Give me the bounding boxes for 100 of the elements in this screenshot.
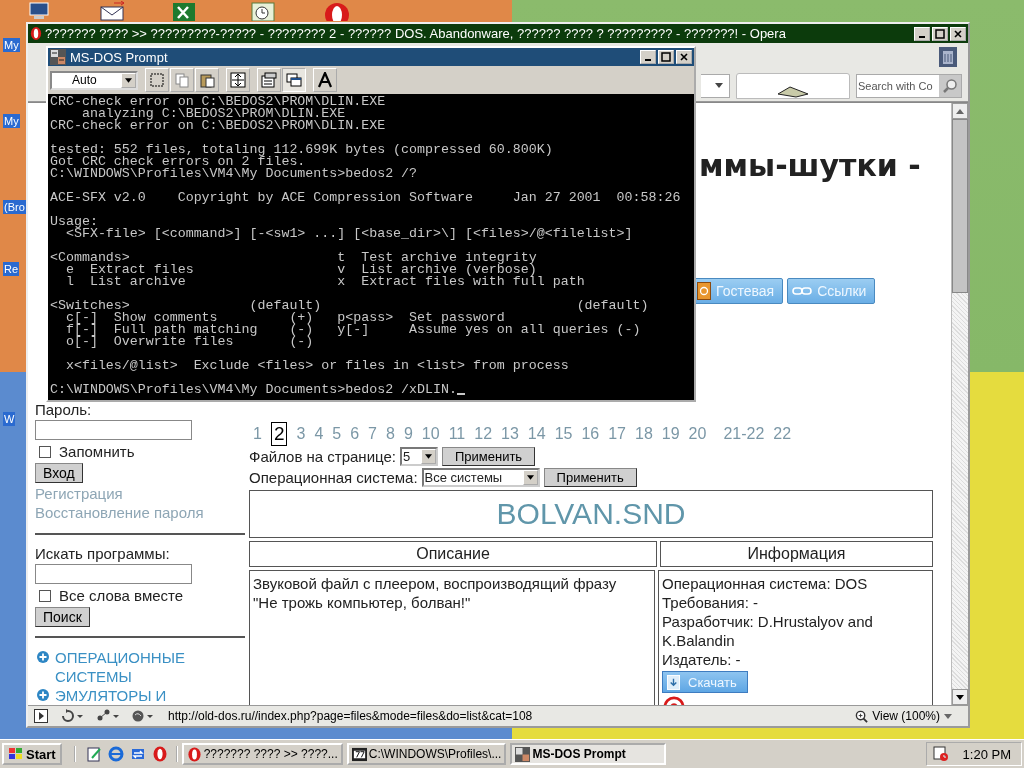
console-line: e Extract files v List archive (verbose) xyxy=(64,264,537,276)
page-link[interactable]: 2 xyxy=(270,422,288,446)
fullscreen-button[interactable] xyxy=(226,68,250,92)
properties-button[interactable] xyxy=(257,68,281,92)
password-field[interactable] xyxy=(35,420,192,440)
scroll-up-icon xyxy=(956,108,964,114)
computer-icon[interactable] xyxy=(28,1,50,21)
page-link[interactable]: 18 xyxy=(635,425,653,443)
spreadsheet-icon[interactable] xyxy=(172,1,196,21)
minimize-icon xyxy=(919,35,925,38)
console-line: ACE-SFX v2.0 Copyright by ACE Compression Software Jan 27 2001 00:58:26 xyxy=(50,192,681,204)
filter-label: Файлов на странице: xyxy=(249,448,396,465)
page-link[interactable]: 16 xyxy=(581,425,600,443)
web-browser-icon[interactable] xyxy=(107,746,124,762)
desktop-icon-label[interactable]: My xyxy=(3,114,20,128)
page-link[interactable]: 17 xyxy=(608,425,626,443)
checkbox-label: Все слова вместе xyxy=(59,587,184,604)
program-search-field[interactable] xyxy=(35,564,192,584)
close-button[interactable] xyxy=(950,26,966,41)
desktop-icon-label[interactable]: Re xyxy=(3,262,20,276)
page-link[interactable]: 4 xyxy=(314,425,324,443)
page-link[interactable]: 19 xyxy=(661,425,680,443)
info-line: Разработчик: D.Hrustalyov and K.Balandin xyxy=(662,612,874,650)
login-button[interactable]: Вход xyxy=(35,463,83,483)
minimize-icon xyxy=(645,59,651,61)
account-link[interactable]: Регистрация xyxy=(35,484,123,503)
console-line: <Commands> t Test archive integrity xyxy=(50,252,537,264)
chain-link-icon xyxy=(792,286,813,296)
dropdown-arrow-icon xyxy=(526,475,534,480)
dos-icon xyxy=(50,49,66,65)
page-link[interactable]: 10 xyxy=(421,425,440,443)
search-button[interactable] xyxy=(939,75,961,97)
category-link[interactable]: ЭМУЛЯТОРЫ И xyxy=(55,686,225,705)
dashed-square-icon xyxy=(149,72,165,88)
desktop-icon-label[interactable]: W xyxy=(3,412,16,426)
account-link[interactable]: Восстановление пароля xyxy=(35,503,204,522)
font-size-select[interactable]: Auto xyxy=(50,70,138,90)
vertical-scrollbar[interactable] xyxy=(951,103,968,705)
search-submit-button[interactable]: Поиск xyxy=(35,607,90,627)
four-arrows-icon xyxy=(230,72,246,88)
close-button[interactable] xyxy=(676,50,692,64)
page-link[interactable]: 14 xyxy=(527,425,546,443)
page-link[interactable]: 8 xyxy=(386,425,395,443)
nav-button[interactable]: Ссылки xyxy=(787,278,876,304)
apply-button[interactable]: Применить xyxy=(543,468,637,487)
page-link[interactable]: 15 xyxy=(554,425,573,443)
page-link[interactable]: 20 xyxy=(688,425,707,443)
desktop-icon-label[interactable]: My xyxy=(3,38,20,52)
page-link[interactable]: 11 xyxy=(448,425,466,443)
trash-icon[interactable] xyxy=(938,46,958,68)
page-link[interactable]: 12 xyxy=(474,425,493,443)
taskbar-button[interactable]: C:\WINDOWS\Profiles\... xyxy=(346,743,507,765)
download-button[interactable]: Скачать xyxy=(662,671,748,694)
scheduler-icon[interactable] xyxy=(932,746,949,762)
panel-toggle-icon[interactable] xyxy=(34,709,48,723)
zoom-control[interactable]: View (100%) xyxy=(855,709,952,723)
minimize-button[interactable] xyxy=(914,26,930,41)
address-field[interactable] xyxy=(701,74,730,98)
close-icon xyxy=(679,52,689,62)
notepad-icon[interactable] xyxy=(85,746,102,762)
desktop-icon-label[interactable]: (Bro xyxy=(3,200,26,214)
page-link[interactable]: 22 xyxy=(773,425,792,443)
console-line: Usage: xyxy=(50,216,98,228)
browser-logo-icon[interactable] xyxy=(151,746,168,762)
info-line: Операционная система: DOS xyxy=(662,574,868,593)
page-link[interactable]: 1 xyxy=(253,425,262,443)
maximize-button[interactable] xyxy=(658,50,674,64)
apply-button[interactable]: Применить xyxy=(441,447,536,466)
console-line: f[-] Full path matching (-) y[-] Assume yes on all queries (-) xyxy=(64,324,641,336)
network-icon[interactable] xyxy=(96,709,120,723)
page-link[interactable]: 21-22 xyxy=(723,425,765,443)
plus-icon xyxy=(37,651,49,663)
globe-icon[interactable] xyxy=(132,709,156,723)
info-line: Требования: - xyxy=(662,593,759,612)
all-words-checkbox[interactable] xyxy=(39,589,51,602)
page-link[interactable]: 13 xyxy=(501,425,519,443)
page-link[interactable]: 7 xyxy=(368,425,377,443)
page-link[interactable]: 5 xyxy=(332,425,342,443)
info-line: Издатель: - xyxy=(662,650,741,669)
taskbar-button[interactable]: ??????? ???? >> ????... xyxy=(181,743,343,765)
remember-checkbox[interactable] xyxy=(39,445,51,458)
sync-icon[interactable] xyxy=(129,746,146,762)
maximize-button[interactable] xyxy=(932,26,948,41)
reload-icon[interactable] xyxy=(60,709,84,723)
search-box[interactable]: Search with Co xyxy=(856,74,962,98)
page-link[interactable]: 9 xyxy=(403,425,413,443)
start-button[interactable]: Start xyxy=(2,743,62,765)
category-link[interactable]: ОПЕРАЦИОННЫЕ СИСТЕМЫ xyxy=(55,648,225,686)
os-select[interactable]: Все системы xyxy=(421,468,540,487)
clock-document-icon[interactable] xyxy=(250,1,276,21)
console-line: CRC-check error on C:\BEDOS2\PROM\DLIN.EXE xyxy=(50,120,386,132)
per-page-select[interactable]: 5 xyxy=(399,447,438,466)
clock: 1:20 PM xyxy=(962,746,1011,762)
minimize-button[interactable] xyxy=(640,50,656,64)
page-link[interactable]: 3 xyxy=(296,425,306,443)
paste-button[interactable] xyxy=(195,68,219,92)
mark-button[interactable] xyxy=(145,68,169,92)
font-button[interactable] xyxy=(313,68,337,92)
taskbar-button[interactable]: MS-DOS Prompt xyxy=(510,743,667,765)
page-link[interactable]: 6 xyxy=(350,425,360,443)
